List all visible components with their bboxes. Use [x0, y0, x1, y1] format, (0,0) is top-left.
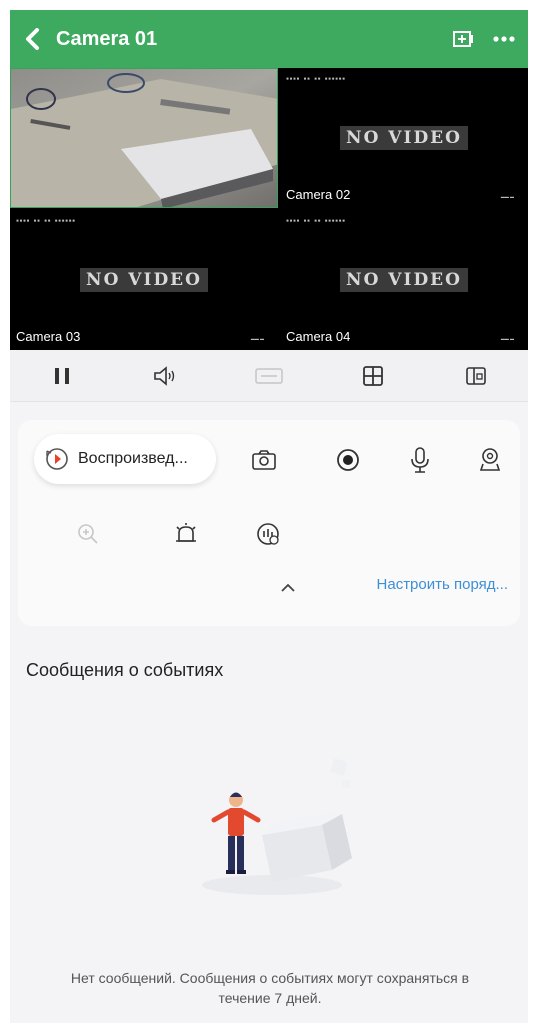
- video-grid: ▪▪▪▪ ▪▪ ▪▪ ▪▪▪▪▪▪ NO VIDEO Camera 02 ▬▬ …: [10, 68, 528, 350]
- no-video-status: NO VIDEO: [10, 268, 278, 292]
- microphone-button[interactable]: [400, 440, 440, 480]
- add-screen-button[interactable]: [444, 10, 484, 68]
- collapse-button[interactable]: [280, 580, 296, 598]
- quality-icon: [255, 367, 283, 384]
- record-icon: [337, 449, 359, 471]
- video-tile-camera-04[interactable]: ▪▪▪▪ ▪▪ ▪▪ ▪▪▪▪▪▪ NO VIDEO Camera 04 ▬▬ …: [280, 210, 528, 350]
- playback-icon: [46, 448, 68, 470]
- chevron-up-icon: [281, 583, 295, 592]
- playback-button[interactable]: Воспроизвед...: [34, 434, 216, 484]
- pause-icon: [54, 367, 69, 384]
- grid-layout-icon: [362, 365, 383, 386]
- window-button[interactable]: [451, 356, 501, 396]
- camera-label: Camera 04: [286, 329, 351, 344]
- osd-timestamp: ▪▪▪▪ ▪▪ ▪▪ ▪▪▪▪▪▪: [286, 76, 346, 82]
- window-icon: [466, 366, 486, 385]
- events-section-title: Сообщения о событиях: [26, 660, 224, 680]
- add-screen-icon: [453, 31, 473, 47]
- playback-label: Воспроизвед...: [78, 450, 188, 467]
- video-tile-camera-01[interactable]: [10, 68, 278, 208]
- chevron-left-icon: [26, 28, 39, 50]
- camera-label: Camera 03: [16, 329, 81, 344]
- osd-mark: ▬▬ ▬: [500, 194, 514, 199]
- alarm-button[interactable]: [166, 514, 206, 554]
- more-button[interactable]: [484, 10, 524, 68]
- microphone-icon: [411, 447, 429, 473]
- no-video-status: NO VIDEO: [280, 268, 528, 292]
- header-bar: Camera 01: [10, 10, 528, 68]
- camera-label: Camera 02: [286, 187, 351, 202]
- alarm-icon: [176, 523, 196, 542]
- osd-timestamp: ▪▪▪▪ ▪▪ ▪▪ ▪▪▪▪▪▪: [16, 218, 76, 224]
- ptz-icon: [479, 448, 501, 471]
- live-video-frame: [11, 69, 277, 207]
- osd-mark: ▬▬ ▬: [500, 336, 514, 341]
- record-button[interactable]: [328, 440, 368, 480]
- pause-button[interactable]: [37, 356, 87, 396]
- volume-icon: [154, 365, 175, 386]
- empty-events-message: Нет сообщений. Сообщения о событиях могу…: [70, 970, 470, 1006]
- video-tile-camera-02[interactable]: ▪▪▪▪ ▪▪ ▪▪ ▪▪▪▪▪▪ NO VIDEO Camera 02 ▬▬ …: [280, 68, 528, 208]
- zoom-button[interactable]: [68, 514, 108, 554]
- empty-state-illustration: [182, 750, 362, 900]
- quality-button[interactable]: [244, 356, 294, 396]
- no-video-status: NO VIDEO: [280, 126, 528, 150]
- speed-button[interactable]: [248, 514, 288, 554]
- page-title: Camera 01: [56, 27, 158, 50]
- zoom-icon: [78, 524, 98, 544]
- playback-toolbar: [10, 350, 528, 402]
- ptz-button[interactable]: [470, 440, 510, 480]
- back-button[interactable]: [10, 10, 56, 68]
- grid-layout-button[interactable]: [348, 356, 398, 396]
- controls-card: Воспроизвед... Настроить поряд...: [18, 420, 520, 626]
- snapshot-button[interactable]: [244, 440, 284, 480]
- volume-button[interactable]: [140, 356, 190, 396]
- customize-order-link[interactable]: Настроить поряд...: [377, 576, 508, 593]
- video-tile-camera-03[interactable]: ▪▪▪▪ ▪▪ ▪▪ ▪▪▪▪▪▪ NO VIDEO Camera 03 ▬▬ …: [10, 210, 278, 350]
- more-dots-icon: [493, 36, 515, 42]
- osd-mark: ▬▬ ▬: [250, 336, 264, 341]
- osd-timestamp: ▪▪▪▪ ▪▪ ▪▪ ▪▪▪▪▪▪: [286, 218, 346, 224]
- empty-box-illustration: [202, 758, 352, 895]
- camera-snapshot-icon: [252, 450, 276, 470]
- app-screen: Camera 01 ▪▪▪▪ ▪▪ ▪▪ ▪▪▪▪▪▪ NO VIDEO Cam…: [10, 10, 528, 1023]
- speed-icon: [257, 523, 279, 545]
